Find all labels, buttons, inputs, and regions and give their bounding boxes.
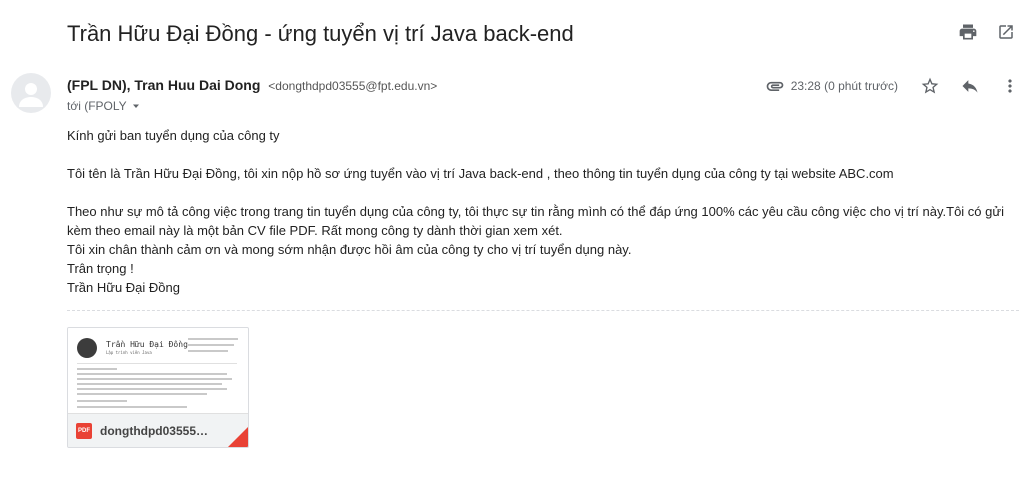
cv-text-line [188, 350, 228, 352]
pdf-corner-fold [228, 427, 248, 447]
cv-divider [77, 363, 237, 364]
divider [67, 310, 1019, 311]
message-meta: 23:28 (0 phút trước) [765, 74, 1020, 98]
subject-row: Trần Hữu Đại Đồng - ứng tuyển vị trí Jav… [67, 18, 1020, 50]
recipients-toggle[interactable]: tới (FPOLY [67, 99, 141, 113]
attachment-bar: PDF dongthdpd03555_... [68, 413, 248, 447]
detail-paragraph: Theo như sự mô tả công việc trong trang … [67, 204, 1004, 238]
more-vert-icon[interactable] [1000, 76, 1020, 96]
intro-paragraph: Tôi tên là Trần Hữu Đại Đồng, tôi xin nộ… [67, 166, 894, 181]
email-subject: Trần Hữu Đại Đồng - ứng tuyển vị trí Jav… [67, 21, 574, 46]
caret-down-icon [132, 104, 139, 108]
email-body: Kính gửi ban tuyển dụng của công ty Tôi … [67, 126, 1017, 297]
closing: Trân trọng ! [67, 261, 134, 276]
recipient-label: tới (FPOLY [67, 99, 127, 113]
cv-photo [77, 338, 97, 358]
attachment-filename: dongthdpd03555_... [100, 423, 210, 438]
cv-text-line [77, 373, 227, 375]
cv-text-line [77, 406, 187, 408]
cv-text-line [77, 378, 232, 380]
signature: Trần Hữu Đại Đồng [67, 280, 180, 295]
cv-text-line [77, 383, 222, 385]
attachment-thumbnail: Trần Hữu Đại Đồng Lập trình viên Java [68, 328, 248, 414]
cv-text-line [77, 393, 207, 395]
paperclip-icon [765, 76, 785, 96]
avatar[interactable] [11, 73, 51, 113]
cv-name: Trần Hữu Đại Đồng [106, 340, 188, 349]
cv-role: Lập trình viên Java [106, 350, 152, 355]
open-in-new-icon[interactable] [996, 22, 1016, 42]
cv-text-line [77, 368, 117, 370]
message-time: 23:28 (0 phút trước) [790, 79, 898, 93]
cv-text-line [77, 388, 227, 390]
pdf-icon: PDF [76, 422, 92, 439]
cv-text-line [188, 338, 238, 340]
cv-text-line [188, 344, 234, 346]
reply-icon[interactable] [960, 76, 980, 96]
sender-line: (FPL DN), Tran Huu Dai Dong <dongthdpd03… [67, 77, 437, 93]
cv-text-line [77, 400, 127, 402]
subject-actions [958, 22, 1016, 42]
thanks-paragraph: Tôi xin chân thành cảm ơn và mong sớm nh… [67, 242, 632, 257]
sender-email: <dongthdpd03555@fpt.edu.vn> [268, 79, 438, 93]
print-icon[interactable] [958, 22, 978, 42]
attachment-card[interactable]: Trần Hữu Đại Đồng Lập trình viên Java PD… [67, 327, 249, 448]
star-icon[interactable] [920, 76, 940, 96]
greeting: Kính gửi ban tuyển dụng của công ty [67, 128, 280, 143]
email-view: Trần Hữu Đại Đồng - ứng tuyển vị trí Jav… [0, 0, 1036, 484]
sender-name[interactable]: (FPL DN), Tran Huu Dai Dong [67, 77, 260, 93]
person-icon [19, 83, 43, 107]
